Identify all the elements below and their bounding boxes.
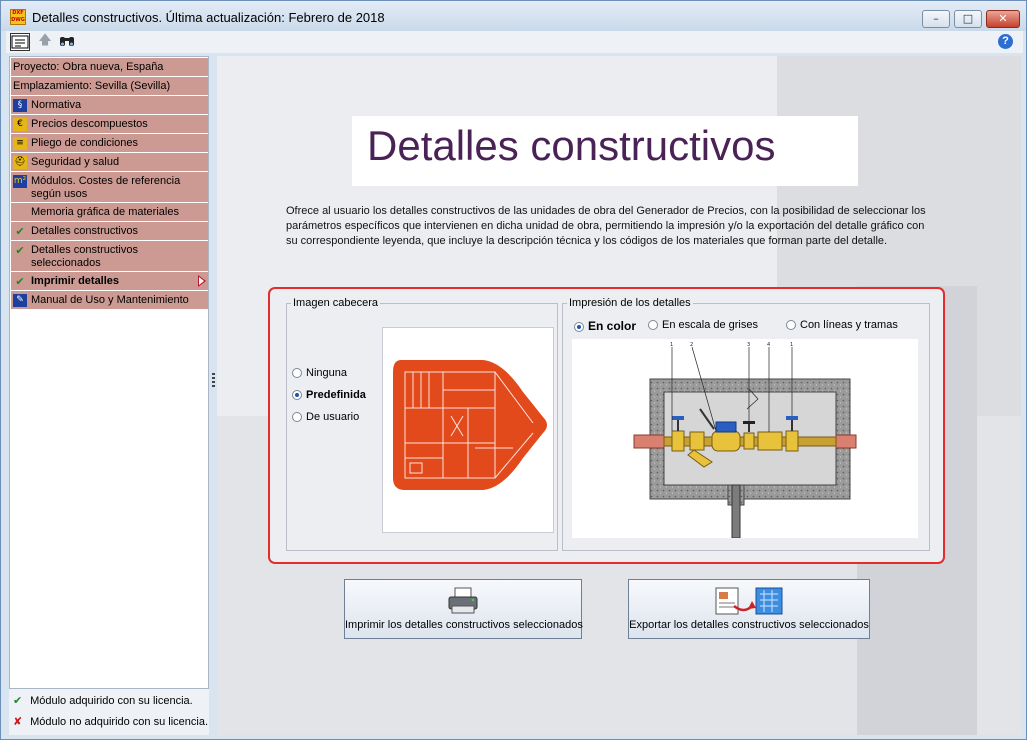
check-icon: ✔ — [13, 694, 23, 707]
legend-acquired: ✔ Módulo adquirido con su licencia. — [13, 694, 193, 707]
sidebar-item-label: Detalles constructivos — [31, 225, 138, 237]
check-icon: ✔ — [15, 244, 25, 257]
sidebar-item-label: Detalles constructivos seleccionados — [31, 244, 138, 269]
up-arrow-icon[interactable]: 🡅 — [35, 33, 55, 51]
radio-predefinida[interactable]: Predefinida — [292, 389, 366, 401]
radio-dot — [648, 320, 658, 330]
callout-label: 4 — [767, 342, 770, 348]
normativa-icon: § — [13, 99, 27, 112]
sidebar-item-label: Pliego de condiciones — [31, 137, 139, 149]
sidebar-item-imprimir[interactable]: ✔ Imprimir detalles — [11, 272, 208, 291]
sidebar-item-pliego[interactable]: ≡ Pliego de condiciones — [11, 134, 208, 153]
sidebar-item-label: Normativa — [31, 99, 82, 111]
printer-icon — [446, 586, 480, 616]
dxf-dwg-app-icon: DXF DWG — [10, 9, 26, 25]
imagen-cabecera-group: Imagen cabecera Ninguna Predefinida De u… — [286, 297, 558, 551]
radio-label: En escala de grises — [662, 319, 758, 331]
radio-ninguna[interactable]: Ninguna — [292, 367, 347, 379]
sidebar-item-memoria[interactable]: Memoria gráfica de materiales — [11, 203, 208, 222]
sidebar-item-emplazamiento[interactable]: Emplazamiento: Sevilla (Sevilla) — [11, 77, 208, 96]
cross-icon: ✘ — [13, 715, 23, 728]
splitter-grip[interactable] — [212, 373, 215, 387]
m2-icon: m² — [13, 175, 27, 188]
legend-not-acquired-text: Módulo no adquirido con su licencia. — [30, 716, 209, 728]
sidebar-item-proyecto[interactable]: Proyecto: Obra nueva, España — [11, 58, 208, 77]
sidebar-item-label: Módulos. Costes de referencia según usos — [31, 175, 181, 200]
sidebar-item-normativa[interactable]: § Normativa — [11, 96, 208, 115]
callout-label: 3 — [747, 342, 750, 348]
export-details-button[interactable]: Exportar los detalles constructivos sele… — [628, 579, 870, 639]
sidebar-item-label: Imprimir detalles — [31, 275, 120, 287]
form-view-icon[interactable] — [10, 33, 30, 51]
header-image-preview — [382, 327, 554, 533]
radio-dot — [786, 320, 796, 330]
logo-blueprint-image — [393, 360, 547, 490]
selected-arrow-icon — [198, 275, 206, 287]
radio-dot — [574, 322, 584, 332]
license-legend: ✔ Módulo adquirido con su licencia. ✘ Mó… — [9, 689, 209, 735]
sidebar-item-label: Memoria gráfica de materiales — [31, 206, 179, 218]
helmet-icon: ⛑ — [13, 156, 27, 169]
sidebar-item-modulos[interactable]: m² Módulos. Costes de referencia según u… — [11, 172, 208, 203]
sidebar-item-label: Seguridad y salud — [31, 156, 120, 168]
valve-detail-drawing: 1 2 3 4 1 — [633, 342, 857, 539]
app-window: DXF DWG Detalles constructivos. Última a… — [0, 0, 1027, 740]
export-dxf-dwg-icon — [712, 586, 786, 616]
binoculars-icon[interactable] — [57, 33, 77, 51]
help-icon[interactable]: ? — [998, 34, 1013, 49]
sidebar-item-detalles[interactable]: ✔ Detalles constructivos — [11, 222, 208, 241]
legend-acquired-text: Módulo adquirido con su licencia. — [30, 695, 193, 707]
callout-labels: 1 2 3 4 1 — [670, 342, 793, 348]
sidebar-item-label: Manual de Uso y Mantenimiento — [31, 294, 189, 306]
page-title: Detalles constructivos — [367, 122, 776, 169]
close-button[interactable]: ✕ — [986, 10, 1020, 28]
sidebar-item-label: Precios descompuestos — [31, 118, 148, 130]
radio-label: Con líneas y tramas — [800, 319, 898, 331]
radio-label: Predefinida — [306, 389, 366, 401]
callout-label: 2 — [690, 342, 693, 348]
precios-icon: € — [13, 118, 27, 131]
page-description: Ofrece al usuario los detalles construct… — [286, 205, 926, 247]
radio-dot — [292, 368, 302, 378]
sidebar-item-label: Proyecto: Obra nueva, España — [13, 61, 164, 73]
minimize-button[interactable]: – — [922, 10, 950, 28]
impresion-group: Impresión de los detalles En color En es… — [562, 297, 930, 551]
check-icon: ✔ — [15, 225, 25, 238]
export-button-label: Exportar los detalles constructivos sele… — [629, 619, 869, 631]
print-details-button[interactable]: Imprimir los detalles constructivos sele… — [344, 579, 583, 639]
radio-label: En color — [588, 319, 637, 333]
toolbar: 🡅 ? — [6, 31, 1023, 53]
imagen-cabecera-title: Imagen cabecera — [291, 297, 380, 309]
sidebar-item-detalles-seleccionados[interactable]: ✔ Detalles constructivos seleccionados — [11, 241, 208, 272]
radio-de-usuario[interactable]: De usuario — [292, 411, 359, 423]
options-frame: Imagen cabecera Ninguna Predefinida De u… — [268, 287, 945, 564]
sidebar-item-seguridad[interactable]: ⛑ Seguridad y salud — [11, 153, 208, 172]
title-bar[interactable]: DXF DWG Detalles constructivos. Última a… — [1, 1, 1026, 31]
maximize-button[interactable]: □ — [954, 10, 982, 28]
callout-label: 1 — [790, 342, 793, 348]
radio-escala-grises[interactable]: En escala de grises — [648, 319, 758, 331]
radio-label: De usuario — [306, 411, 360, 423]
manual-icon: ✎ — [13, 294, 27, 307]
sidebar-item-precios[interactable]: € Precios descompuestos — [11, 115, 208, 134]
detail-preview: 1 2 3 4 1 — [572, 339, 918, 539]
radio-dot — [292, 412, 302, 422]
legend-not-acquired: ✘ Módulo no adquirido con su licencia. — [13, 715, 208, 728]
sidebar-item-label: Emplazamiento: Sevilla (Sevilla) — [13, 80, 171, 92]
radio-lineas-tramas[interactable]: Con líneas y tramas — [786, 319, 898, 331]
check-icon: ✔ — [15, 275, 25, 288]
radio-en-color[interactable]: En color — [574, 319, 636, 333]
pliego-icon: ≡ — [13, 137, 27, 150]
callout-label: 1 — [670, 342, 673, 348]
print-button-label: Imprimir los detalles constructivos sele… — [345, 619, 583, 631]
window-title: Detalles constructivos. Última actualiza… — [32, 10, 385, 25]
main-panel: Detalles constructivos Ofrece al usuario… — [217, 56, 1021, 735]
sidebar-item-manual[interactable]: ✎ Manual de Uso y Mantenimiento — [11, 291, 208, 310]
radio-dot — [292, 390, 302, 400]
sidebar: Proyecto: Obra nueva, España Emplazamien… — [9, 56, 209, 689]
impresion-title: Impresión de los detalles — [567, 297, 693, 309]
radio-label: Ninguna — [306, 367, 347, 379]
